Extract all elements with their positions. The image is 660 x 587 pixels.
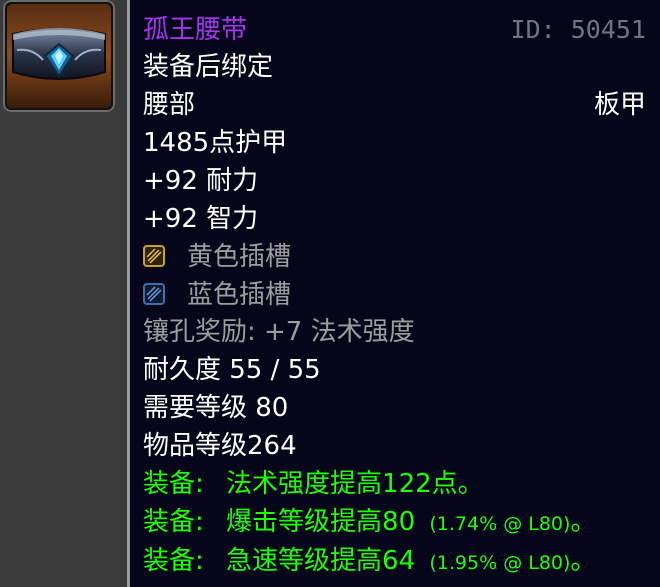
item-icon[interactable] [3, 0, 115, 112]
equip-effect-row: 装备: 法术强度提高122点。 [143, 466, 646, 502]
blue-socket-icon [143, 282, 165, 305]
socket-bonus-row: 镶孔奖励: +7 法术强度 [143, 314, 646, 350]
equip-effect-suffix: 。 [570, 507, 597, 537]
socket-row-blue: 蓝色插槽 [143, 277, 646, 313]
socket-label: 黄色插槽 [187, 242, 292, 272]
equip-effect-suffix: 。 [570, 546, 597, 576]
slot-row: 腰部 板甲 [143, 87, 646, 123]
equip-effect-text: 法术强度提高122点。 [226, 469, 484, 499]
armor-text: 1485点护甲 [143, 128, 288, 158]
socket-row-yellow: 黄色插槽 [143, 239, 646, 275]
stat-intellect: +92 智力 [143, 204, 259, 234]
equip-effect-note: (1.95% @ L80) [429, 552, 571, 574]
equip-effect-row: 装备: 爆击等级提高80 (1.74% @ L80)。 [143, 504, 646, 540]
stat-row: +92 智力 [143, 201, 646, 237]
equip-effect-text: 爆击等级提高80 [226, 507, 416, 537]
equip-prefix: 装备: [143, 507, 204, 537]
binding-text: 装备后绑定 [143, 52, 274, 82]
item-name-row: 孤王腰带 ID: 50451 [143, 12, 646, 48]
armor-row: 1485点护甲 [143, 125, 646, 161]
equip-effect-note: (1.74% @ L80) [429, 513, 571, 535]
equip-prefix: 装备: [143, 546, 204, 576]
socket-label: 蓝色插槽 [187, 280, 292, 310]
yellow-socket-icon [143, 244, 165, 267]
belt-icon [7, 4, 111, 108]
item-name[interactable]: 孤王腰带 [143, 15, 247, 45]
item-tooltip-page: 孤王腰带 ID: 50451 装备后绑定 腰部 板甲 1485点护甲 +92 耐… [0, 0, 660, 587]
stat-stamina: +92 耐力 [143, 166, 259, 196]
item-level-row: 物品等级264 [143, 428, 646, 464]
equip-prefix: 装备: [143, 469, 204, 499]
tooltip-panel: 孤王腰带 ID: 50451 装备后绑定 腰部 板甲 1485点护甲 +92 耐… [127, 0, 660, 587]
socket-bonus-text: 镶孔奖励: +7 法术强度 [143, 317, 415, 347]
stat-row: +92 耐力 [143, 163, 646, 199]
binding-row: 装备后绑定 [143, 49, 646, 85]
item-id: ID: 50451 [510, 15, 646, 44]
item-level-text: 物品等级264 [143, 431, 297, 461]
slot-text: 腰部 [143, 90, 196, 120]
required-level-row: 需要等级 80 [143, 390, 646, 426]
durability-text: 耐久度 55 / 55 [143, 355, 321, 385]
armor-type-text: 板甲 [593, 90, 646, 120]
equip-effect-text: 急速等级提高64 [226, 546, 416, 576]
required-level-text: 需要等级 80 [143, 393, 289, 423]
equip-effect-row: 装备: 急速等级提高64 (1.95% @ L80)。 [143, 543, 646, 579]
durability-row: 耐久度 55 / 55 [143, 352, 646, 388]
